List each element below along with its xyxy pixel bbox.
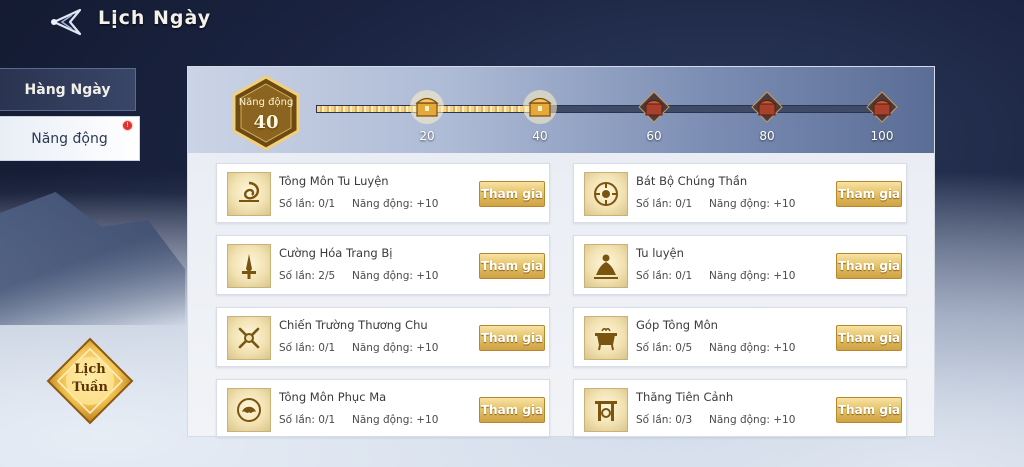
- swirl-icon: [227, 172, 271, 216]
- milestone-80[interactable]: 80: [747, 89, 787, 149]
- join-button[interactable]: Tham gia: [836, 397, 902, 423]
- tab-activity-label: Năng động: [31, 130, 108, 147]
- activity-card: Chiến Trường Thương Chu Số lần: 0/1 Năng…: [216, 307, 550, 367]
- meditation-icon: [584, 244, 628, 288]
- milestone-40[interactable]: 40: [520, 89, 560, 149]
- activity-count: Số lần: 0/1: [279, 198, 336, 210]
- tab-activity[interactable]: Năng động !: [0, 116, 140, 161]
- join-button[interactable]: Tham gia: [479, 397, 545, 423]
- activity-name: Bát Bộ Chúng Thần: [636, 174, 748, 188]
- activity-points: Năng động: +10: [352, 414, 439, 426]
- activity-name: Thăng Tiên Cảnh: [636, 390, 734, 404]
- cauldron-icon: [584, 316, 628, 360]
- join-button[interactable]: Tham gia: [479, 181, 545, 207]
- activity-name: Tông Môn Phục Ma: [279, 390, 387, 404]
- activity-name: Tu luyện: [636, 246, 684, 260]
- back-button[interactable]: [40, 6, 84, 38]
- page-title: Lịch Ngày: [98, 7, 212, 29]
- activity-points: Năng động: +10: [709, 342, 796, 354]
- activity-name: Cường Hóa Trang Bị: [279, 246, 393, 260]
- activity-points-value: 40: [253, 112, 279, 133]
- red-chest-icon: [638, 91, 670, 123]
- join-button[interactable]: Tham gia: [479, 253, 545, 279]
- join-button[interactable]: Tham gia: [836, 253, 902, 279]
- join-button[interactable]: Tham gia: [836, 181, 902, 207]
- gold-chest-icon: [410, 90, 444, 124]
- join-button[interactable]: Tham gia: [479, 325, 545, 351]
- activity-card: Tu luyện Số lần: 0/1 Năng động: +10 Tham…: [573, 235, 907, 295]
- gold-chest-icon: [523, 90, 557, 124]
- sword-icon: [227, 244, 271, 288]
- activity-points: Năng động: +10: [709, 414, 796, 426]
- activity-panel: Năng động 40 20 40 60 80 100 Tông Môn Tu…: [187, 66, 935, 437]
- activity-count: Số lần: 0/1: [279, 414, 336, 426]
- activity-points: Năng động: +10: [352, 198, 439, 210]
- activity-points: Năng động: +10: [709, 270, 796, 282]
- activity-points: Năng động: +10: [352, 342, 439, 354]
- activity-points: Năng động: +10: [709, 198, 796, 210]
- activity-card: Góp Tông Môn Số lần: 0/5 Năng động: +10 …: [573, 307, 907, 367]
- weekly-calendar-label: Lịch Tuần: [72, 362, 108, 395]
- activity-card: Tông Môn Phục Ma Số lần: 0/1 Năng động: …: [216, 379, 550, 437]
- gate-icon: [584, 388, 628, 432]
- milestone-60[interactable]: 60: [634, 89, 674, 149]
- activity-count: Số lần: 2/5: [279, 270, 336, 282]
- red-chest-icon: [866, 91, 898, 123]
- activity-card: Tông Môn Tu Luyện Số lần: 0/1 Năng động:…: [216, 163, 550, 223]
- activity-count: Số lần: 0/5: [636, 342, 693, 354]
- back-arrow-icon: [51, 8, 82, 36]
- red-chest-icon: [751, 91, 783, 123]
- beast-icon: [227, 388, 271, 432]
- milestone-100[interactable]: 100: [862, 89, 902, 149]
- activity-name: Tông Môn Tu Luyện: [279, 174, 389, 188]
- activity-progress-track: [316, 105, 884, 113]
- activity-name: Góp Tông Môn: [636, 318, 718, 332]
- milestone-20[interactable]: 20: [407, 89, 447, 149]
- weekly-calendar-button[interactable]: Lịch Tuần: [46, 337, 134, 425]
- activity-progress-area: Năng động 40 20 40 60 80 100: [188, 67, 934, 153]
- activity-count: Số lần: 0/1: [636, 198, 693, 210]
- activity-count: Số lần: 0/1: [636, 270, 693, 282]
- join-button[interactable]: Tham gia: [836, 325, 902, 351]
- header: Lịch Ngày: [0, 0, 1024, 44]
- activity-points: Năng động: +10: [352, 270, 439, 282]
- notification-dot-icon: !: [122, 120, 133, 131]
- activity-name: Chiến Trường Thương Chu: [279, 318, 428, 332]
- tab-daily[interactable]: Hàng Ngày: [0, 68, 136, 111]
- activity-points-badge: Năng động 40: [232, 75, 300, 151]
- tab-daily-label: Hàng Ngày: [24, 81, 111, 98]
- lotus-icon: [584, 172, 628, 216]
- activity-card: Cường Hóa Trang Bị Số lần: 2/5 Năng động…: [216, 235, 550, 295]
- activity-count: Số lần: 0/1: [279, 342, 336, 354]
- activity-card: Bát Bộ Chúng Thần Số lần: 0/1 Năng động:…: [573, 163, 907, 223]
- activity-points-label: Năng động: [238, 97, 294, 108]
- activity-count: Số lần: 0/3: [636, 414, 693, 426]
- activity-card: Thăng Tiên Cảnh Số lần: 0/3 Năng động: +…: [573, 379, 907, 437]
- crossed-weapons-icon: [227, 316, 271, 360]
